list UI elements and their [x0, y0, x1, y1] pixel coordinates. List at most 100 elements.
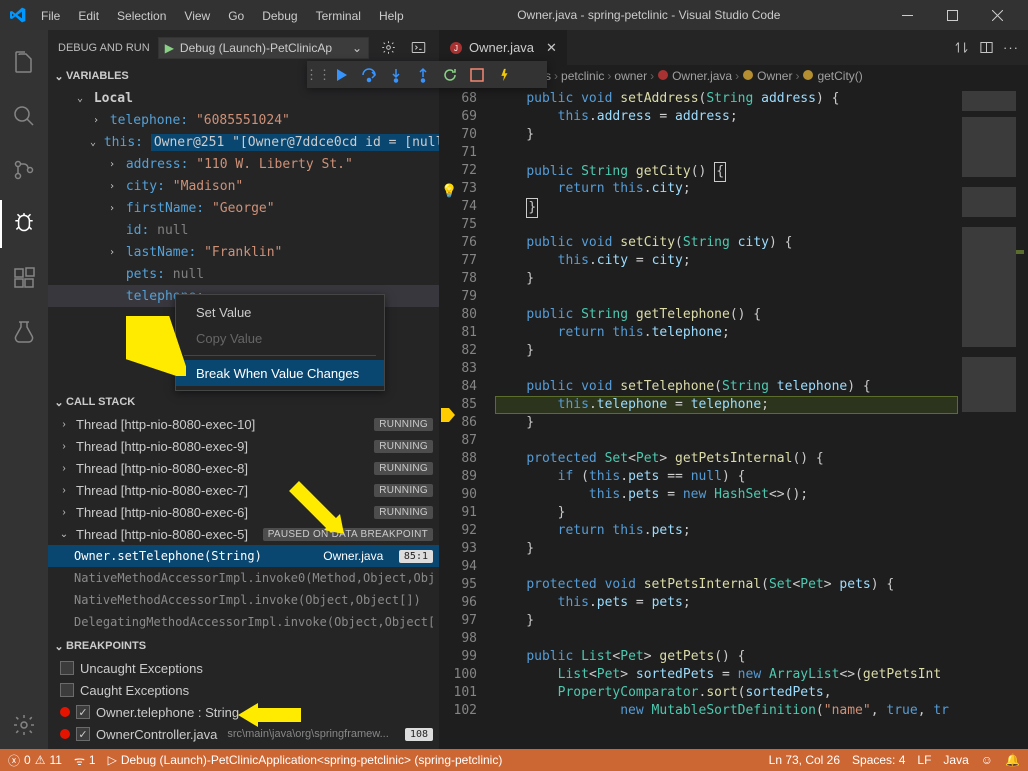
breadcrumb-segment[interactable]: Owner.java — [672, 69, 732, 83]
callstack-frame[interactable]: NativeMethodAccessorImpl.invoke0(Method,… — [48, 567, 439, 589]
callstack-thread[interactable]: ⌄Thread [http-nio-8080-exec-5]PAUSED ON … — [48, 523, 439, 545]
context-set-value[interactable]: Set Value — [176, 299, 384, 325]
breakpoints-section-header[interactable]: ⌄BREAKPOINTS — [48, 635, 439, 657]
status-problems[interactable]: ⓧ0 ⚠11 — [8, 752, 62, 769]
split-editor-icon[interactable] — [975, 37, 997, 59]
variable-context-menu: Set Value Copy Value Break When Value Ch… — [175, 294, 385, 391]
breakpoint-caught[interactable]: Caught Exceptions — [48, 679, 439, 701]
checkbox[interactable] — [60, 661, 74, 675]
maximize-button[interactable] — [930, 0, 975, 30]
drag-grip-icon[interactable]: ⋮⋮ — [309, 67, 327, 83]
status-eol[interactable]: LF — [917, 753, 931, 767]
close-button[interactable] — [975, 0, 1020, 30]
variable-row[interactable]: id: null — [48, 219, 439, 241]
source-control-icon[interactable] — [0, 146, 48, 194]
minimap[interactable] — [958, 87, 1028, 749]
chevron-down-icon: ⌄ — [352, 41, 362, 55]
breakpoint-item[interactable]: Owner.telephone : String — [48, 701, 439, 723]
context-break-when-value-changes[interactable]: Break When Value Changes — [176, 360, 384, 386]
breadcrumb-segment[interactable]: Owner — [757, 69, 792, 83]
callstack-thread[interactable]: ›Thread [http-nio-8080-exec-9]RUNNING — [48, 435, 439, 457]
variable-row[interactable]: › telephone: "6085551024" — [48, 109, 439, 131]
checkbox[interactable] — [76, 727, 90, 741]
editor-tab-label: Owner.java — [469, 40, 534, 55]
callstack-thread[interactable]: ›Thread [http-nio-8080-exec-10]RUNNING — [48, 413, 439, 435]
antenna-icon: ᯤ — [74, 752, 85, 769]
variable-row[interactable]: ⌄ this: Owner@251 "[Owner@7ddce0cd id = … — [48, 131, 439, 153]
testing-icon[interactable] — [0, 308, 48, 356]
menu-help[interactable]: Help — [370, 3, 413, 29]
context-copy-value: Copy Value — [176, 325, 384, 351]
callstack-thread[interactable]: ›Thread [http-nio-8080-exec-7]RUNNING — [48, 479, 439, 501]
menu-view[interactable]: View — [175, 3, 219, 29]
breakpoint-dot-icon — [60, 729, 70, 739]
status-indentation[interactable]: Spaces: 4 — [852, 753, 905, 767]
status-cursor-position[interactable]: Ln 73, Col 26 — [769, 753, 840, 767]
callstack-thread[interactable]: ›Thread [http-nio-8080-exec-8]RUNNING — [48, 457, 439, 479]
menu-file[interactable]: File — [32, 3, 69, 29]
hot-code-replace-button[interactable] — [491, 62, 516, 87]
step-out-button[interactable] — [410, 62, 435, 87]
variables-scope[interactable]: ⌄ Local — [48, 87, 439, 109]
stop-button[interactable] — [464, 62, 489, 87]
debug-config-select[interactable]: ▶ Debug (Launch)-PetClinicAp ⌄ — [158, 37, 369, 59]
config-gear-icon[interactable] — [377, 37, 399, 59]
callstack-frame[interactable]: NativeMethodAccessorImpl.invoke(Object,O… — [48, 589, 439, 611]
menu-go[interactable]: Go — [219, 3, 253, 29]
step-over-button[interactable] — [356, 62, 381, 87]
menu-debug[interactable]: Debug — [253, 3, 306, 29]
vscode-logo-icon — [8, 5, 28, 25]
debug-icon[interactable] — [0, 200, 48, 248]
variable-row[interactable]: › city: "Madison" — [48, 175, 439, 197]
status-bell-icon[interactable]: 🔔 — [1005, 753, 1020, 767]
breadcrumb-segment[interactable]: owner — [614, 69, 647, 83]
current-frame-indicator-icon — [441, 408, 455, 422]
editor-area: J Owner.java ✕ ··· …›work›samples›petcli… — [439, 30, 1028, 749]
sidebar-header-label: DEBUG AND RUN — [58, 42, 150, 54]
status-language[interactable]: Java — [943, 753, 968, 767]
continue-button[interactable] — [329, 62, 354, 87]
explorer-icon[interactable] — [0, 38, 48, 86]
callstack-frame[interactable]: Owner.setTelephone(String)Owner.java 85:… — [48, 545, 439, 567]
menu-edit[interactable]: Edit — [69, 3, 108, 29]
status-debug-target[interactable]: ▷Debug (Launch)-PetClinicApplication<spr… — [108, 753, 503, 767]
breadcrumb-segment[interactable]: petclinic — [561, 69, 604, 83]
breakpoint-uncaught[interactable]: Uncaught Exceptions — [48, 657, 439, 679]
variable-row[interactable]: › firstName: "George" — [48, 197, 439, 219]
settings-gear-icon[interactable] — [0, 701, 48, 749]
extensions-icon[interactable] — [0, 254, 48, 302]
callstack-frame[interactable]: DelegatingMethodAccessorImpl.invoke(Obje… — [48, 611, 439, 633]
title-bar: FileEditSelectionViewGoDebugTerminalHelp… — [0, 0, 1028, 30]
debug-alt-icon: ▷ — [108, 753, 117, 767]
activity-bar — [0, 30, 48, 749]
variable-row[interactable]: › address: "110 W. Liberty St." — [48, 153, 439, 175]
variable-row[interactable]: › lastName: "Franklin" — [48, 241, 439, 263]
play-icon: ▶ — [165, 41, 174, 55]
menu-terminal[interactable]: Terminal — [307, 3, 370, 29]
lightbulb-icon[interactable]: 💡 — [441, 183, 457, 199]
status-feedback-icon[interactable]: ☺ — [981, 753, 993, 767]
checkbox[interactable] — [76, 705, 90, 719]
callstack-thread[interactable]: ›Thread [http-nio-8080-exec-6]RUNNING — [48, 501, 439, 523]
variable-row[interactable]: pets: null — [48, 263, 439, 285]
menu-selection[interactable]: Selection — [108, 3, 175, 29]
search-icon[interactable] — [0, 92, 48, 140]
step-into-button[interactable] — [383, 62, 408, 87]
more-icon[interactable]: ··· — [1000, 37, 1022, 59]
class-icon — [742, 69, 754, 84]
editor-code[interactable]: public void setAddress(String address) {… — [495, 87, 958, 749]
restart-button[interactable] — [437, 62, 462, 87]
breadcrumb-segment[interactable]: getCity() — [817, 69, 862, 83]
debug-console-icon[interactable] — [407, 37, 429, 59]
minimize-button[interactable] — [885, 0, 930, 30]
status-remote[interactable]: ᯤ1 — [74, 752, 96, 769]
editor-tabs: J Owner.java ✕ ··· — [439, 30, 1028, 65]
breakpoint-item[interactable]: OwnerController.javasrc\main\java\org\sp… — [48, 723, 439, 745]
compare-changes-icon[interactable] — [950, 37, 972, 59]
debug-config-label: Debug (Launch)-PetClinicAp — [180, 41, 346, 55]
close-icon[interactable]: ✕ — [540, 40, 557, 56]
callstack-section-header[interactable]: ⌄CALL STACK — [48, 391, 439, 413]
editor-tab-owner-java[interactable]: J Owner.java ✕ — [439, 30, 568, 65]
method-icon — [802, 69, 814, 84]
checkbox[interactable] — [60, 683, 74, 697]
